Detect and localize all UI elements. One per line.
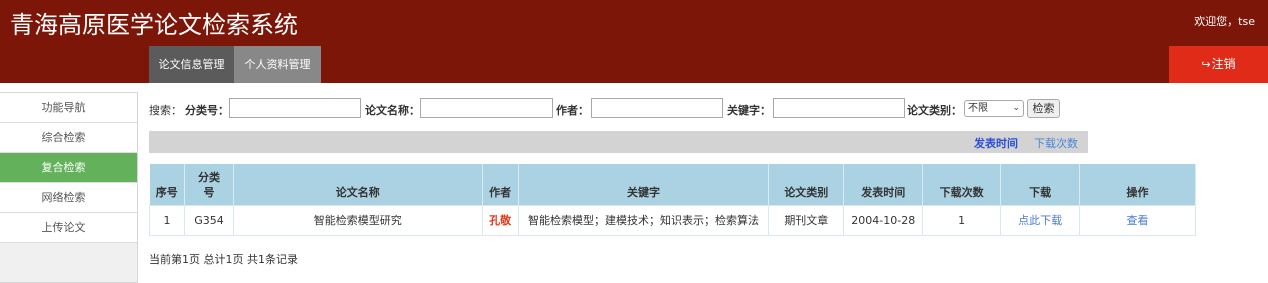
column-header-keywords: 关键字	[518, 164, 770, 205]
search-prefix-label: 搜索：	[149, 104, 182, 117]
author-label: 作者：	[556, 102, 589, 118]
author-label-text: 作者：	[556, 104, 589, 117]
cell-title: 智能检索模型研究	[232, 204, 483, 236]
column-header-title: 论文名称	[233, 164, 483, 205]
table-header-row: 序号 分类号 论文名称 作者 关键字 论文类别 发表时间 下载次数 下载 操作	[149, 164, 1196, 205]
paper-type-select[interactable]: 不限 ⌄	[964, 100, 1024, 117]
cell-date: 2004-10-28	[843, 204, 924, 236]
keyword-input[interactable]	[773, 98, 905, 118]
results-table: 序号 分类号 论文名称 作者 关键字 论文类别 发表时间 下载次数 下载 操作 …	[149, 164, 1196, 236]
cell-category-no: G354	[183, 204, 234, 236]
paper-type-label: 论文类别：	[907, 102, 962, 118]
top-header: 青海高原医学论文检索系统 欢迎您，tse 论文信息管理 个人资料管理 ↪注销	[0, 0, 1268, 83]
paper-type-label-text: 论文类别：	[907, 104, 962, 117]
chevron-down-icon: ⌄	[1012, 103, 1020, 113]
cell-author: 孔敬	[481, 204, 519, 236]
category-no-label-text: 分类号：	[185, 104, 229, 117]
sidebar-item-compound-search[interactable]: 复合检索	[0, 153, 137, 183]
tab-paper-management[interactable]: 论文信息管理	[149, 46, 234, 83]
cell-type: 期刊文章	[768, 204, 845, 236]
search-bar: 搜索： 分类号： 论文名称： 作者： 关键字： 论文类别： 不限 ⌄ 检索	[149, 98, 1259, 120]
sort-by-downloads-link[interactable]: 下载次数	[1034, 135, 1078, 151]
app-title: 青海高原医学论文检索系统	[10, 11, 298, 39]
cell-keywords: 智能检索模型；建模技术；知识表示；检索算法	[517, 204, 770, 236]
sort-bar: 发表时间 下载次数	[149, 131, 1088, 153]
pagination-info: 当前第1页 总计1页 共1条记录	[149, 253, 298, 266]
cell-downloads: 1	[922, 204, 1002, 236]
sidebar-item-nav-title[interactable]: 功能导航	[0, 93, 137, 123]
column-header-author: 作者	[482, 164, 519, 205]
search-button[interactable]: 检索	[1027, 99, 1060, 118]
cell-index: 1	[149, 204, 185, 236]
title-label: 论文名称：	[365, 102, 420, 118]
category-no-input[interactable]	[229, 98, 361, 118]
sidebar-item-web-search[interactable]: 网络检索	[0, 183, 137, 213]
sort-by-time-link[interactable]: 发表时间	[974, 135, 1018, 151]
logout-icon: ↪	[1201, 58, 1211, 71]
column-header-index: 序号	[149, 164, 185, 205]
tab-profile-management[interactable]: 个人资料管理	[234, 46, 321, 83]
column-header-category-no: 分类号	[184, 164, 234, 205]
sidebar-item-upload-paper[interactable]: 上传论文	[0, 213, 137, 243]
column-header-downloads: 下载次数	[922, 164, 1002, 205]
keyword-label-text: 关键字：	[727, 104, 771, 117]
sidebar-item-general-search[interactable]: 综合检索	[0, 123, 137, 153]
welcome-text: 欢迎您，tse	[1194, 15, 1255, 28]
column-header-type: 论文类别	[768, 164, 845, 205]
logout-button[interactable]: ↪注销	[1169, 46, 1268, 83]
author-input[interactable]	[591, 98, 723, 118]
column-header-date: 发表时间	[843, 164, 924, 205]
view-link[interactable]: 查看	[1079, 204, 1196, 236]
title-input[interactable]	[420, 98, 553, 118]
paper-type-selected: 不限	[968, 103, 988, 114]
column-header-action: 操作	[1079, 164, 1196, 205]
title-label-text: 论文名称：	[365, 104, 420, 117]
keyword-label: 关键字：	[727, 102, 771, 118]
table-row: 1 G354 智能检索模型研究 孔敬 智能检索模型；建模技术；知识表示；检索算法…	[149, 204, 1196, 236]
category-no-label: 分类号：	[185, 102, 229, 118]
logout-label: 注销	[1211, 57, 1236, 71]
column-header-download: 下载	[1000, 164, 1081, 205]
download-link[interactable]: 点此下载	[1000, 204, 1081, 236]
sidebar-nav: 功能导航 综合检索 复合检索 网络检索 上传论文	[0, 92, 138, 283]
